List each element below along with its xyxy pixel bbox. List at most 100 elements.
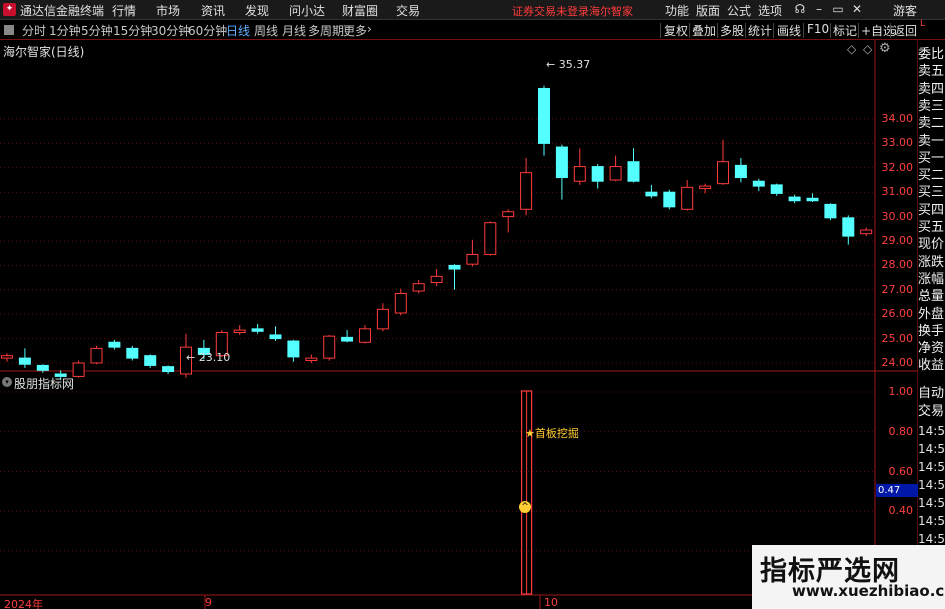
signal-series	[520, 390, 533, 595]
kline-chart[interactable]	[0, 40, 918, 609]
minimize-icon[interactable]: –	[812, 2, 826, 16]
toolbar-divider	[717, 23, 718, 38]
candle-body-down	[126, 347, 139, 359]
period-more[interactable]: 更多	[343, 22, 367, 39]
candle-body-down	[162, 366, 175, 373]
tool-f10[interactable]: F10	[807, 22, 829, 36]
menu-formula[interactable]: 公式	[727, 2, 751, 19]
trade-time: 14:56	[918, 478, 945, 492]
candle-body-down	[788, 196, 801, 202]
candle-body-up	[466, 253, 479, 265]
period-intraday[interactable]: 分时	[22, 22, 46, 39]
stock-link[interactable]: 海尔智家	[589, 3, 633, 19]
y-tick-label: 28.00	[881, 258, 914, 272]
candle-body-down	[36, 364, 49, 371]
low-price-value: 23.10	[198, 351, 231, 364]
high-price-label: ← 35.37	[546, 58, 591, 71]
y-tick-label: 32.00	[881, 160, 914, 174]
close-icon[interactable]: ✕	[850, 2, 864, 16]
toolbar-divider	[660, 23, 661, 38]
y-tick-label: 33.00	[881, 136, 914, 150]
menu-markets[interactable]: 市场	[156, 2, 180, 19]
period-1min[interactable]: 1分钟	[49, 22, 81, 39]
period-60min[interactable]: 60分钟	[188, 22, 227, 39]
candle-body-up	[394, 292, 407, 314]
x-label-oct: 10	[544, 596, 558, 609]
period-monthly[interactable]: 月线	[282, 22, 306, 39]
period-multi[interactable]: 多周期	[308, 22, 344, 39]
candle-body-up	[376, 308, 389, 330]
settings-icon[interactable]: ⚙	[879, 41, 891, 56]
candle-body-down	[734, 164, 747, 179]
toolbar-divider	[689, 23, 690, 38]
chart-title: 海尔智家(日线)	[3, 45, 85, 59]
menu-options[interactable]: 选项	[758, 2, 782, 19]
user-label[interactable]: 游客	[893, 2, 917, 19]
trade-time: 14:56	[918, 442, 945, 456]
menu-discover[interactable]: 发现	[245, 2, 269, 19]
candlestick-series	[1, 85, 873, 381]
toolbar-toggle-icon[interactable]	[4, 25, 14, 35]
x-label-year: 2024年	[4, 598, 43, 609]
menu-market[interactable]: 行情	[112, 2, 136, 19]
tool-draw[interactable]: 画线	[777, 22, 801, 39]
side-panel-item[interactable]: 收益	[918, 356, 945, 376]
period-30min[interactable]: 30分钟	[151, 22, 190, 39]
restore-icon[interactable]: ▭	[831, 2, 845, 16]
low-price-label: ← 23.10	[186, 351, 231, 364]
indicator-value-marker: 0.47	[876, 484, 918, 497]
period-daily[interactable]: 日线	[226, 22, 250, 39]
candle-body-down	[251, 328, 264, 332]
indicator-title: 股朋指标网	[14, 377, 75, 391]
candle-body-down	[627, 161, 640, 182]
indicator-toggle-icon[interactable]: ▾	[2, 377, 12, 387]
period-toolbar: 分时 1分钟 5分钟 15分钟 30分钟 60分钟 日线 周线 月线 多周期 更…	[0, 19, 945, 40]
menu-news[interactable]: 资讯	[201, 2, 225, 19]
trade-time: 14:56	[918, 496, 945, 510]
high-price-value: 35.37	[558, 58, 591, 71]
headset-icon[interactable]: ☊	[793, 2, 807, 16]
tool-mark[interactable]: 标记	[833, 22, 857, 39]
candle-body-down	[770, 184, 783, 194]
candle-body-down	[18, 357, 31, 365]
y-tick-label: 0.40	[888, 504, 914, 518]
menu-ask[interactable]: 问小达	[289, 2, 325, 19]
menu-layout[interactable]: 版面	[696, 2, 720, 19]
y-tick-label: 27.00	[881, 282, 914, 296]
candle-body-down	[645, 191, 658, 197]
candle-body-up	[484, 222, 497, 255]
diamond-icon[interactable]: ◇	[847, 42, 856, 56]
tool-overlay[interactable]: 叠加	[692, 22, 716, 39]
candle-body-up	[717, 161, 729, 185]
watermark-url: www.xuezhibiao.com	[792, 582, 945, 600]
login-notice[interactable]: 证券交易未登录	[512, 3, 589, 19]
candle-body-down	[663, 191, 676, 208]
menu-wealth[interactable]: 财富圈	[342, 2, 378, 19]
y-tick-label: 1.00	[888, 385, 914, 398]
tool-adjust[interactable]: 复权	[664, 22, 688, 39]
tool-back[interactable]: 返回	[893, 22, 917, 39]
candle-body-up	[609, 166, 622, 181]
period-weekly[interactable]: 周线	[254, 22, 278, 39]
period-15min[interactable]: 15分钟	[113, 22, 152, 39]
menu-trade[interactable]: 交易	[396, 2, 420, 19]
trade-panel-item[interactable]: 交易	[918, 402, 945, 422]
candle-body-up	[412, 283, 425, 292]
trade-panel-item[interactable]: 自动	[918, 384, 945, 404]
tool-multi-stock[interactable]: 多股	[720, 22, 744, 39]
toolbar-divider	[830, 23, 831, 38]
menu-function[interactable]: 功能	[665, 2, 689, 19]
candle-body-down	[538, 88, 550, 144]
candle-body-down	[591, 166, 604, 182]
app-title: 通达信金融终端	[20, 4, 105, 18]
candle-body-up	[90, 347, 103, 364]
tool-stats[interactable]: 统计	[748, 22, 772, 39]
candle-body-up	[430, 275, 443, 283]
toolbar-divider	[803, 23, 804, 38]
quote-side-panel: 委比 卖五 卖四 卖三 卖二 卖一 买一 买二 买三 买四 买五 现价 涨跌 涨幅 总量 外盘 换手 净资 收益	[918, 40, 945, 373]
diamond-icon-2[interactable]: ◇	[863, 42, 872, 56]
chevron-right-icon[interactable]: ›	[367, 22, 372, 36]
period-5min[interactable]: 5分钟	[81, 22, 113, 39]
trade-side-panel: 自动交易14:5614:5614:5614:5614:5614:5614:561…	[918, 384, 945, 564]
y-tick-label: 26.00	[881, 307, 914, 321]
